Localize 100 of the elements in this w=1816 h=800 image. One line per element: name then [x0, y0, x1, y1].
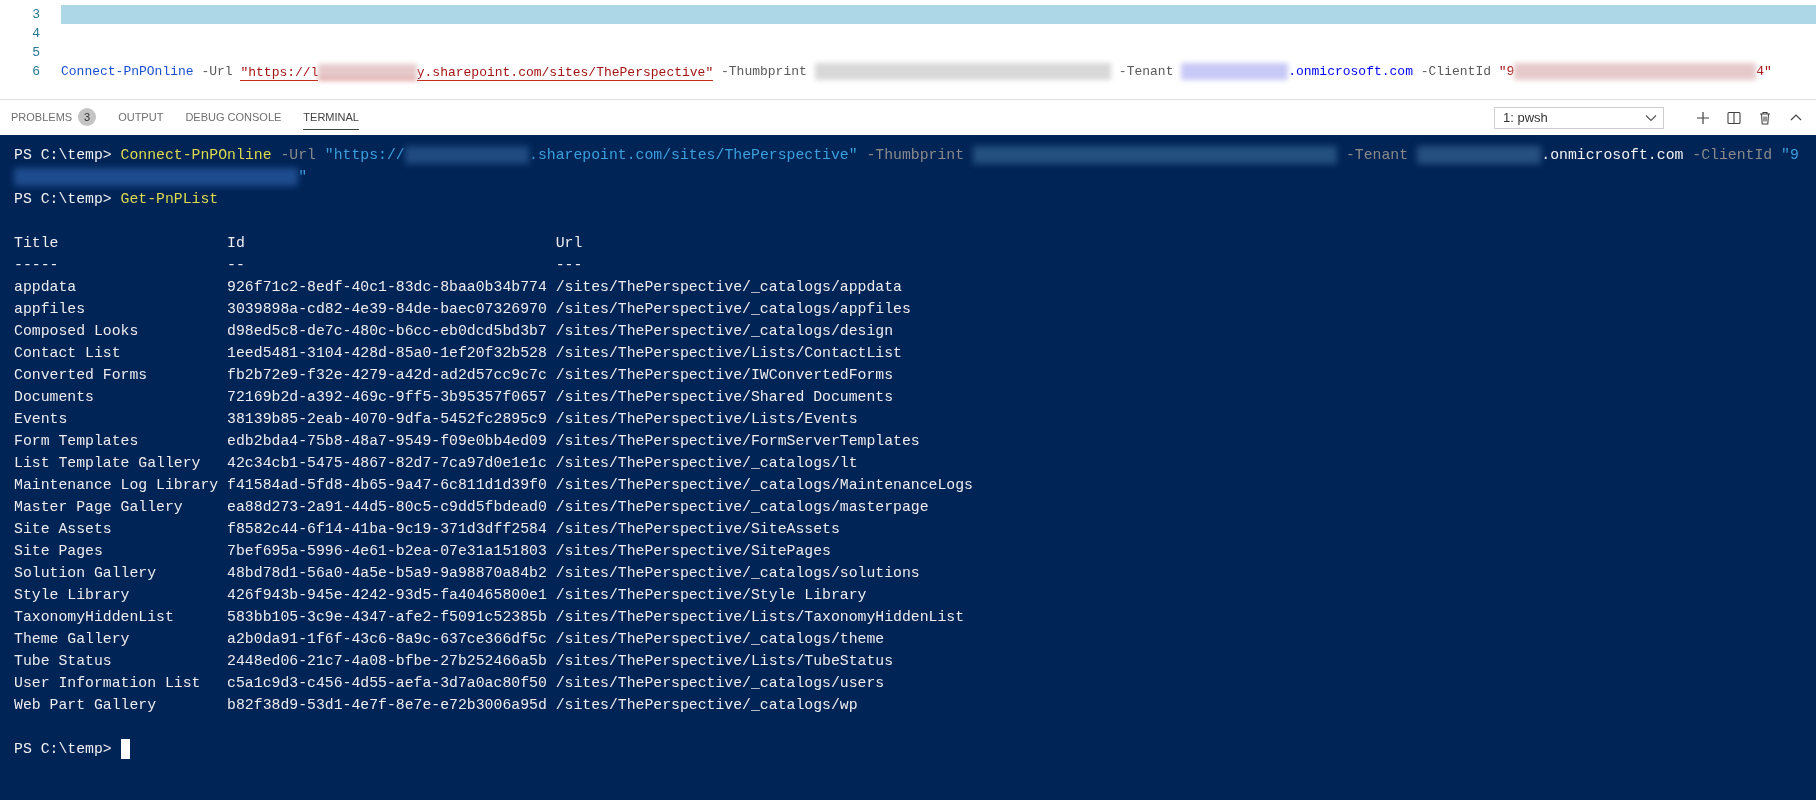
parameter-text: -ClientId — [1691, 146, 1774, 165]
table-cell-text: 3039898a-cd82-4e39-84de-baec07326970 — [227, 300, 548, 319]
table-cell-text: /sites/ThePerspective/_catalogs/lt — [555, 454, 859, 473]
table-cell-text: appfiles — [14, 300, 87, 319]
table-cell-text: /sites/ThePerspective/_catalogs/MaintenanceLogs — [555, 476, 974, 495]
table-cell-text: a2b0da91-1f6f-43c6-8a9c-637ce366df5c — [227, 630, 548, 649]
parameter-text: -Tenant — [1344, 146, 1410, 165]
table-cell-text: Site Pages — [14, 542, 104, 561]
table-cell-text: /sites/ThePerspective/IWConvertedForms — [555, 366, 895, 385]
command-name: Get-PnPList — [120, 190, 219, 209]
command-name: Connect-PnPOnline — [120, 146, 272, 165]
parameter-text: -Url — [200, 63, 234, 81]
prompt-text: PS C:\temp> — [14, 190, 113, 209]
table-cell-text: Composed Looks — [14, 322, 140, 341]
table-cell-text: b82f38d9-53d1-4e7f-8e7e-e72b3006a95d — [227, 696, 548, 715]
trash-icon[interactable] — [1757, 109, 1773, 126]
table-cell-text: /sites/ThePerspective/_catalogs/wp — [555, 696, 859, 715]
table-cell-text: TaxonomyHiddenList — [14, 608, 175, 627]
string-text: "https:// — [324, 146, 405, 165]
header-underline-text: -- — [227, 256, 246, 275]
table-cell-text: /sites/ThePerspective/_catalogs/users — [555, 674, 886, 693]
table-cell-text: c5a1c9d3-c456-4d55-aefa-3d7a0ac80f50 — [227, 674, 548, 693]
table-cell-text: Solution Gallery — [14, 564, 158, 583]
table-cell-text: Web Part Gallery — [14, 696, 158, 715]
string-text: " — [298, 168, 308, 187]
table-cell-text: 42c34cb1-5475-4867-82d7-7ca97d0e1e1c — [227, 454, 548, 473]
table-cell-text: /sites/ThePerspective/Lists/TaxonomyHiddenList — [555, 608, 966, 627]
panel-tab[interactable]: PROBLEMS 3 — [11, 105, 97, 130]
table-cell-text: 583bb105-3c9e-4347-afe2-f5091c52385b — [227, 608, 548, 627]
table-cell-text: Master Page Gallery — [14, 498, 184, 517]
string-text: .sharepoint.com/sites/ThePerspective" — [529, 146, 858, 165]
table-cell-text: /sites/ThePerspective/Lists/TubeStatus — [555, 652, 895, 671]
table-cell-text: Form Templates — [14, 432, 140, 451]
parameter-text: -Thumbprint — [720, 63, 808, 81]
table-cell-text: 2448ed06-21c7-4a08-bfbe-27b252466a5b — [227, 652, 548, 671]
table-cell-text: /sites/ThePerspective/_catalogs/appfiles — [555, 300, 912, 319]
table-cell-text: fb2b72e9-f32e-4279-a42d-ad2d57cc9c7c — [227, 366, 548, 385]
table-cell-text: 926f71c2-8edf-40c1-83dc-8baa0b34b774 — [227, 278, 548, 297]
table-cell-text: edb2bda4-75b8-48a7-9549-f09e0bb4ed09 — [227, 432, 548, 451]
table-cell-text: 38139b85-2eab-4070-9dfa-5452fc2895c9 — [227, 410, 548, 429]
column-header: Id — [227, 234, 246, 253]
table-cell-text: /sites/ThePerspective/_catalogs/masterpage — [555, 498, 930, 517]
header-underline-text: --- — [555, 256, 584, 275]
table-cell-text: /sites/ThePerspective/Style Library — [555, 586, 868, 605]
parameter-text: -ClientId — [1419, 63, 1492, 81]
table-cell-text: /sites/ThePerspective/FormServerTemplates — [555, 432, 921, 451]
table-cell-text: /sites/ThePerspective/Lists/Events — [555, 410, 859, 429]
table-cell-text: 48bd78d1-56a0-4a5e-b5a9-9a98870a84b2 — [227, 564, 548, 583]
column-header: Url — [555, 234, 584, 253]
table-cell-text: appdata — [14, 278, 78, 297]
table-cell-text: Theme Gallery — [14, 630, 131, 649]
table-cell-text: Site Assets — [14, 520, 113, 539]
line-number: 6 — [31, 63, 41, 81]
line-number: 5 — [31, 44, 41, 62]
table-cell-text: List Template Gallery — [14, 454, 202, 473]
table-cell-text: 1eed5481-3104-428d-85a0-1ef20f32b528 — [227, 344, 548, 363]
table-cell-text: /sites/ThePerspective/_catalogs/solutions — [555, 564, 921, 583]
parameter-text: -Url — [279, 146, 317, 165]
column-header: Title — [14, 234, 60, 253]
code-text: .onmicrosoft.com — [1541, 146, 1684, 165]
string-text: 4" — [1756, 63, 1772, 81]
table-cell-text: ea88d273-2a91-44d5-80c5-c9dd5fbdead0 — [227, 498, 548, 517]
table-cell-text: /sites/ThePerspective/Shared Documents — [555, 388, 895, 407]
string-text: "9 — [1781, 146, 1799, 165]
plus-icon[interactable] — [1695, 109, 1711, 126]
panel-tab[interactable]: TERMINAL — [303, 105, 359, 130]
table-cell-text: Events — [14, 410, 69, 429]
table-cell-text: /sites/ThePerspective/SiteAssets — [555, 520, 841, 539]
table-cell-text: Documents — [14, 388, 95, 407]
line-number: 3 — [31, 6, 41, 24]
parameter-text: -Thumbprint — [865, 146, 966, 165]
table-cell-text: Converted Forms — [14, 366, 149, 385]
header-underline-text: ----- — [14, 256, 60, 275]
table-cell-text: /sites/ThePerspective/_catalogs/theme — [555, 630, 886, 649]
line-number: 4 — [31, 25, 41, 43]
table-cell-text: 7bef695a-5996-4e61-b2ea-07e31a151803 — [227, 542, 548, 561]
panel-tab[interactable]: DEBUG CONSOLE — [185, 105, 282, 130]
table-cell-text: f41584ad-5fd8-4b65-9a47-6c811d1d39f0 — [227, 476, 548, 495]
split-pane-icon[interactable] — [1726, 109, 1742, 126]
table-cell-text: User Information List — [14, 674, 202, 693]
table-cell-text: /sites/ThePerspective/_catalogs/appdata — [555, 278, 903, 297]
string-text: "9 — [1498, 63, 1515, 81]
table-cell-text: 72169b2d-a392-469c-9ff5-3b95357f0657 — [227, 388, 548, 407]
table-cell-text: Contact List — [14, 344, 122, 363]
link-text: .onmicrosoft.com — [1288, 63, 1413, 81]
parameter-text: -Tenant — [1117, 63, 1175, 81]
table-cell-text: /sites/ThePerspective/_catalogs/design — [555, 322, 895, 341]
table-cell-text: f8582c44-6f14-41ba-9c19-371d3dff2584 — [227, 520, 548, 539]
prompt-text: PS C:\temp> — [14, 740, 113, 759]
panel-tab[interactable]: OUTPUT — [118, 105, 164, 130]
terminal-dropdown[interactable]: 1: pwsh — [1494, 106, 1664, 129]
table-cell-text: Maintenance Log Library — [14, 476, 220, 495]
command-name: Connect-PnPOnline — [61, 63, 194, 81]
string-text: y.sharepoint.com/sites/ThePerspective" — [416, 62, 714, 81]
prompt-text: PS C:\temp> — [14, 146, 113, 165]
count-badge: 3 — [78, 108, 97, 126]
text-cursor — [120, 739, 130, 759]
chevron-down-icon — [1645, 113, 1657, 122]
table-cell-text: Style Library — [14, 586, 131, 605]
table-cell-text: /sites/ThePerspective/Lists/ContactList — [555, 344, 903, 363]
